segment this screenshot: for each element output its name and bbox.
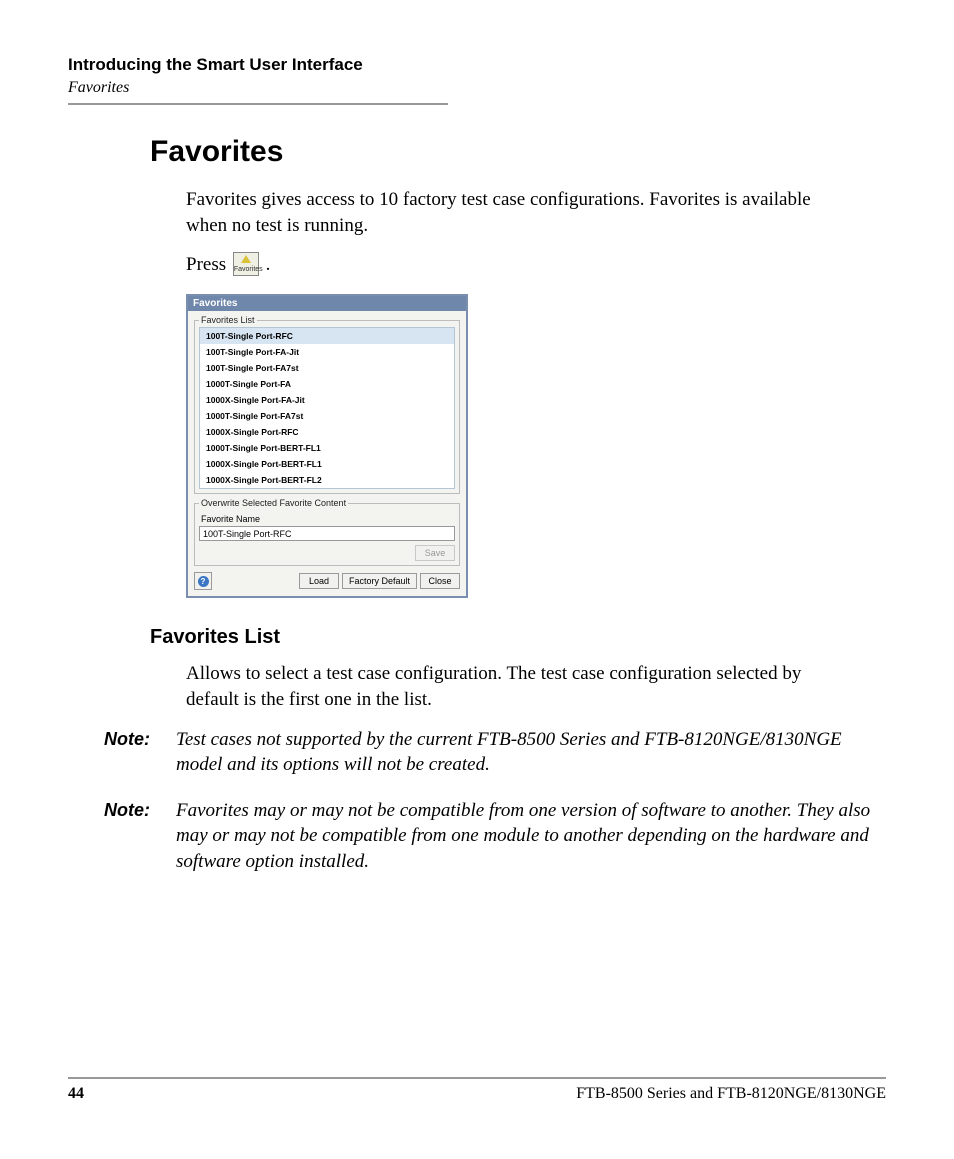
favorites-list-item[interactable]: 1000T-Single Port-FA [200, 376, 454, 392]
favorites-list-item[interactable]: 100T-Single Port-FA7st [200, 360, 454, 376]
subsection-body: Allows to select a test case configurati… [150, 661, 856, 712]
overwrite-legend: Overwrite Selected Favorite Content [199, 498, 348, 508]
press-label: Press [186, 254, 226, 275]
favorites-list-legend: Favorites List [199, 315, 257, 325]
help-icon: ? [198, 576, 209, 587]
save-button[interactable]: Save [415, 545, 455, 561]
press-line: Press Favorites . [150, 252, 856, 276]
note-label: Note: [68, 798, 176, 875]
overwrite-fieldset: Overwrite Selected Favorite Content Favo… [194, 498, 460, 566]
favorites-list-item[interactable]: 100T-Single Port-FA-Jit [200, 344, 454, 360]
note-label: Note: [68, 727, 176, 778]
section-title: Favorites [150, 135, 856, 169]
product-line: FTB-8500 Series and FTB-8120NGE/8130NGE [576, 1085, 886, 1103]
page-header: Introducing the Smart User Interface Fav… [68, 55, 886, 105]
favorites-list-item[interactable]: 100T-Single Port-RFC [200, 328, 454, 344]
favorites-icon: Favorites [233, 252, 259, 276]
favorite-name-input[interactable] [199, 526, 455, 541]
header-rule [68, 103, 448, 105]
footer-rule [68, 1077, 886, 1079]
favorites-list-fieldset: Favorites List 100T-Single Port-RFC100T-… [194, 315, 460, 494]
favorites-list[interactable]: 100T-Single Port-RFC100T-Single Port-FA-… [199, 327, 455, 489]
favorites-list-item[interactable]: 1000X-Single Port-RFC [200, 424, 454, 440]
page-footer: 44 FTB-8500 Series and FTB-8120NGE/8130N… [68, 1077, 886, 1103]
favorites-list-item[interactable]: 1000X-Single Port-FA-Jit [200, 392, 454, 408]
favorite-name-label: Favorite Name [201, 514, 455, 524]
chapter-title: Introducing the Smart User Interface [68, 55, 886, 75]
note-2-text: Favorites may or may not be compatible f… [176, 798, 886, 875]
note-2: Note: Favorites may or may not be compat… [68, 798, 886, 875]
content-area: Favorites Favorites gives access to 10 f… [68, 135, 886, 713]
favorites-list-item[interactable]: 1000X-Single Port-BERT-FL2 [200, 472, 454, 488]
load-button[interactable]: Load [299, 573, 339, 589]
close-button[interactable]: Close [420, 573, 460, 589]
favorites-icon-caption: Favorites [234, 266, 258, 274]
help-button[interactable]: ? [194, 572, 212, 590]
subsection-title: Favorites List [150, 626, 856, 649]
press-period: . [266, 254, 271, 275]
favorites-list-item[interactable]: 1000T-Single Port-FA7st [200, 408, 454, 424]
dialog-titlebar: Favorites [188, 296, 466, 311]
favorites-list-item[interactable]: 1000X-Single Port-BERT-FL1 [200, 456, 454, 472]
note-1: Note: Test cases not supported by the cu… [68, 727, 886, 778]
favorites-dialog: Favorites Favorites List 100T-Single Por… [186, 294, 468, 598]
note-1-text: Test cases not supported by the current … [176, 727, 886, 778]
dialog-bottom-row: ? Load Factory Default Close [188, 568, 466, 592]
chapter-subtitle: Favorites [68, 79, 886, 97]
factory-default-button[interactable]: Factory Default [342, 573, 417, 589]
section-intro: Favorites gives access to 10 factory tes… [150, 187, 856, 238]
page-number: 44 [68, 1085, 84, 1103]
favorites-list-item[interactable]: 1000T-Single Port-BERT-FL1 [200, 440, 454, 456]
